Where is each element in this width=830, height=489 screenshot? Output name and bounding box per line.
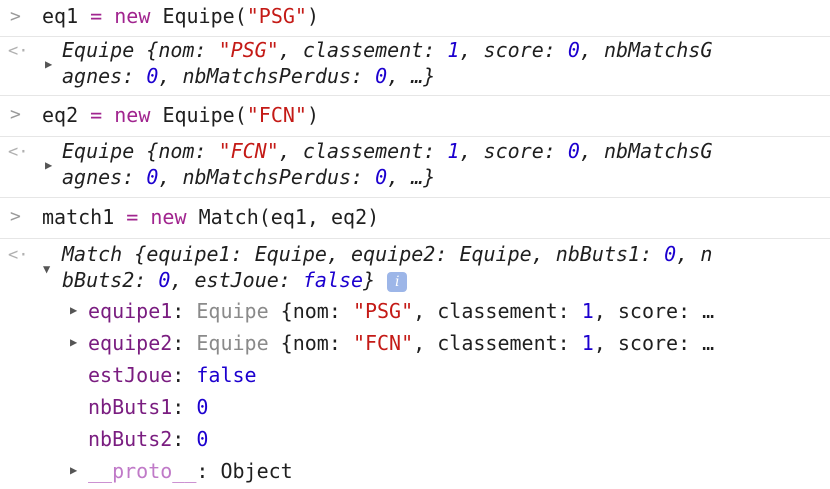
info-icon[interactable]: i [387, 271, 408, 292]
console-input-row-2[interactable]: > eq2 = new Equipe("FCN") [0, 96, 830, 137]
property-nbbuts2: nbButs2: 0 [88, 427, 209, 451]
prompt-chevron-icon: > [10, 206, 21, 227]
object-preview-line1: Equipe {nom: "PSG", classement: 1, score… [62, 38, 713, 62]
console-input-row-1[interactable]: > eq1 = new Equipe("PSG") [0, 0, 830, 37]
property-estjoue: estJoue: false [88, 363, 257, 387]
input-code: eq1 = new Equipe("PSG") [42, 4, 319, 28]
match-summary-line1: Match {equipe1: Equipe, equipe2: Equipe,… [62, 242, 713, 266]
return-arrow-icon: <· [8, 41, 29, 61]
input-code: match1 = new Match(eq1, eq2) [42, 205, 380, 229]
console-output-row-3[interactable]: <· ▼ Match {equipe1: Equipe, equipe2: Eq… [0, 239, 830, 489]
match-summary-line2: bButs2: 0, estJoue: false} i [62, 268, 408, 292]
object-preview-line2: agnes: 0, nbMatchsPerdus: 0, …} [62, 64, 436, 88]
expand-triangle-icon[interactable]: ▶ [70, 303, 77, 317]
return-arrow-icon: <· [8, 245, 29, 265]
property-nbbuts1: nbButs1: 0 [88, 395, 209, 419]
return-arrow-icon: <· [8, 142, 29, 162]
console-input-row-3[interactable]: > match1 = new Match(eq1, eq2) [0, 198, 830, 239]
object-preview-line2: agnes: 0, nbMatchsPerdus: 0, …} [62, 165, 436, 189]
expand-triangle-icon[interactable]: ▶ [45, 158, 52, 172]
property-proto[interactable]: __proto__: Object [88, 458, 293, 484]
console-output-row-2[interactable]: <· ▶ Equipe {nom: "FCN", classement: 1, … [0, 137, 830, 198]
expand-triangle-icon[interactable]: ▶ [70, 463, 77, 477]
expand-triangle-icon[interactable]: ▶ [70, 335, 77, 349]
property-equipe2[interactable]: equipe2: Equipe {nom: "FCN", classement:… [88, 330, 714, 356]
collapse-triangle-icon[interactable]: ▼ [43, 262, 50, 276]
expand-triangle-icon[interactable]: ▶ [45, 57, 52, 71]
property-equipe1[interactable]: equipe1: Equipe {nom: "PSG", classement:… [88, 298, 714, 324]
prompt-chevron-icon: > [10, 104, 21, 125]
object-preview-line1: Equipe {nom: "FCN", classement: 1, score… [62, 139, 713, 163]
console-output-row-1[interactable]: <· ▶ Equipe {nom: "PSG", classement: 1, … [0, 37, 830, 96]
prompt-chevron-icon: > [10, 6, 21, 27]
input-code: eq2 = new Equipe("FCN") [42, 103, 319, 127]
